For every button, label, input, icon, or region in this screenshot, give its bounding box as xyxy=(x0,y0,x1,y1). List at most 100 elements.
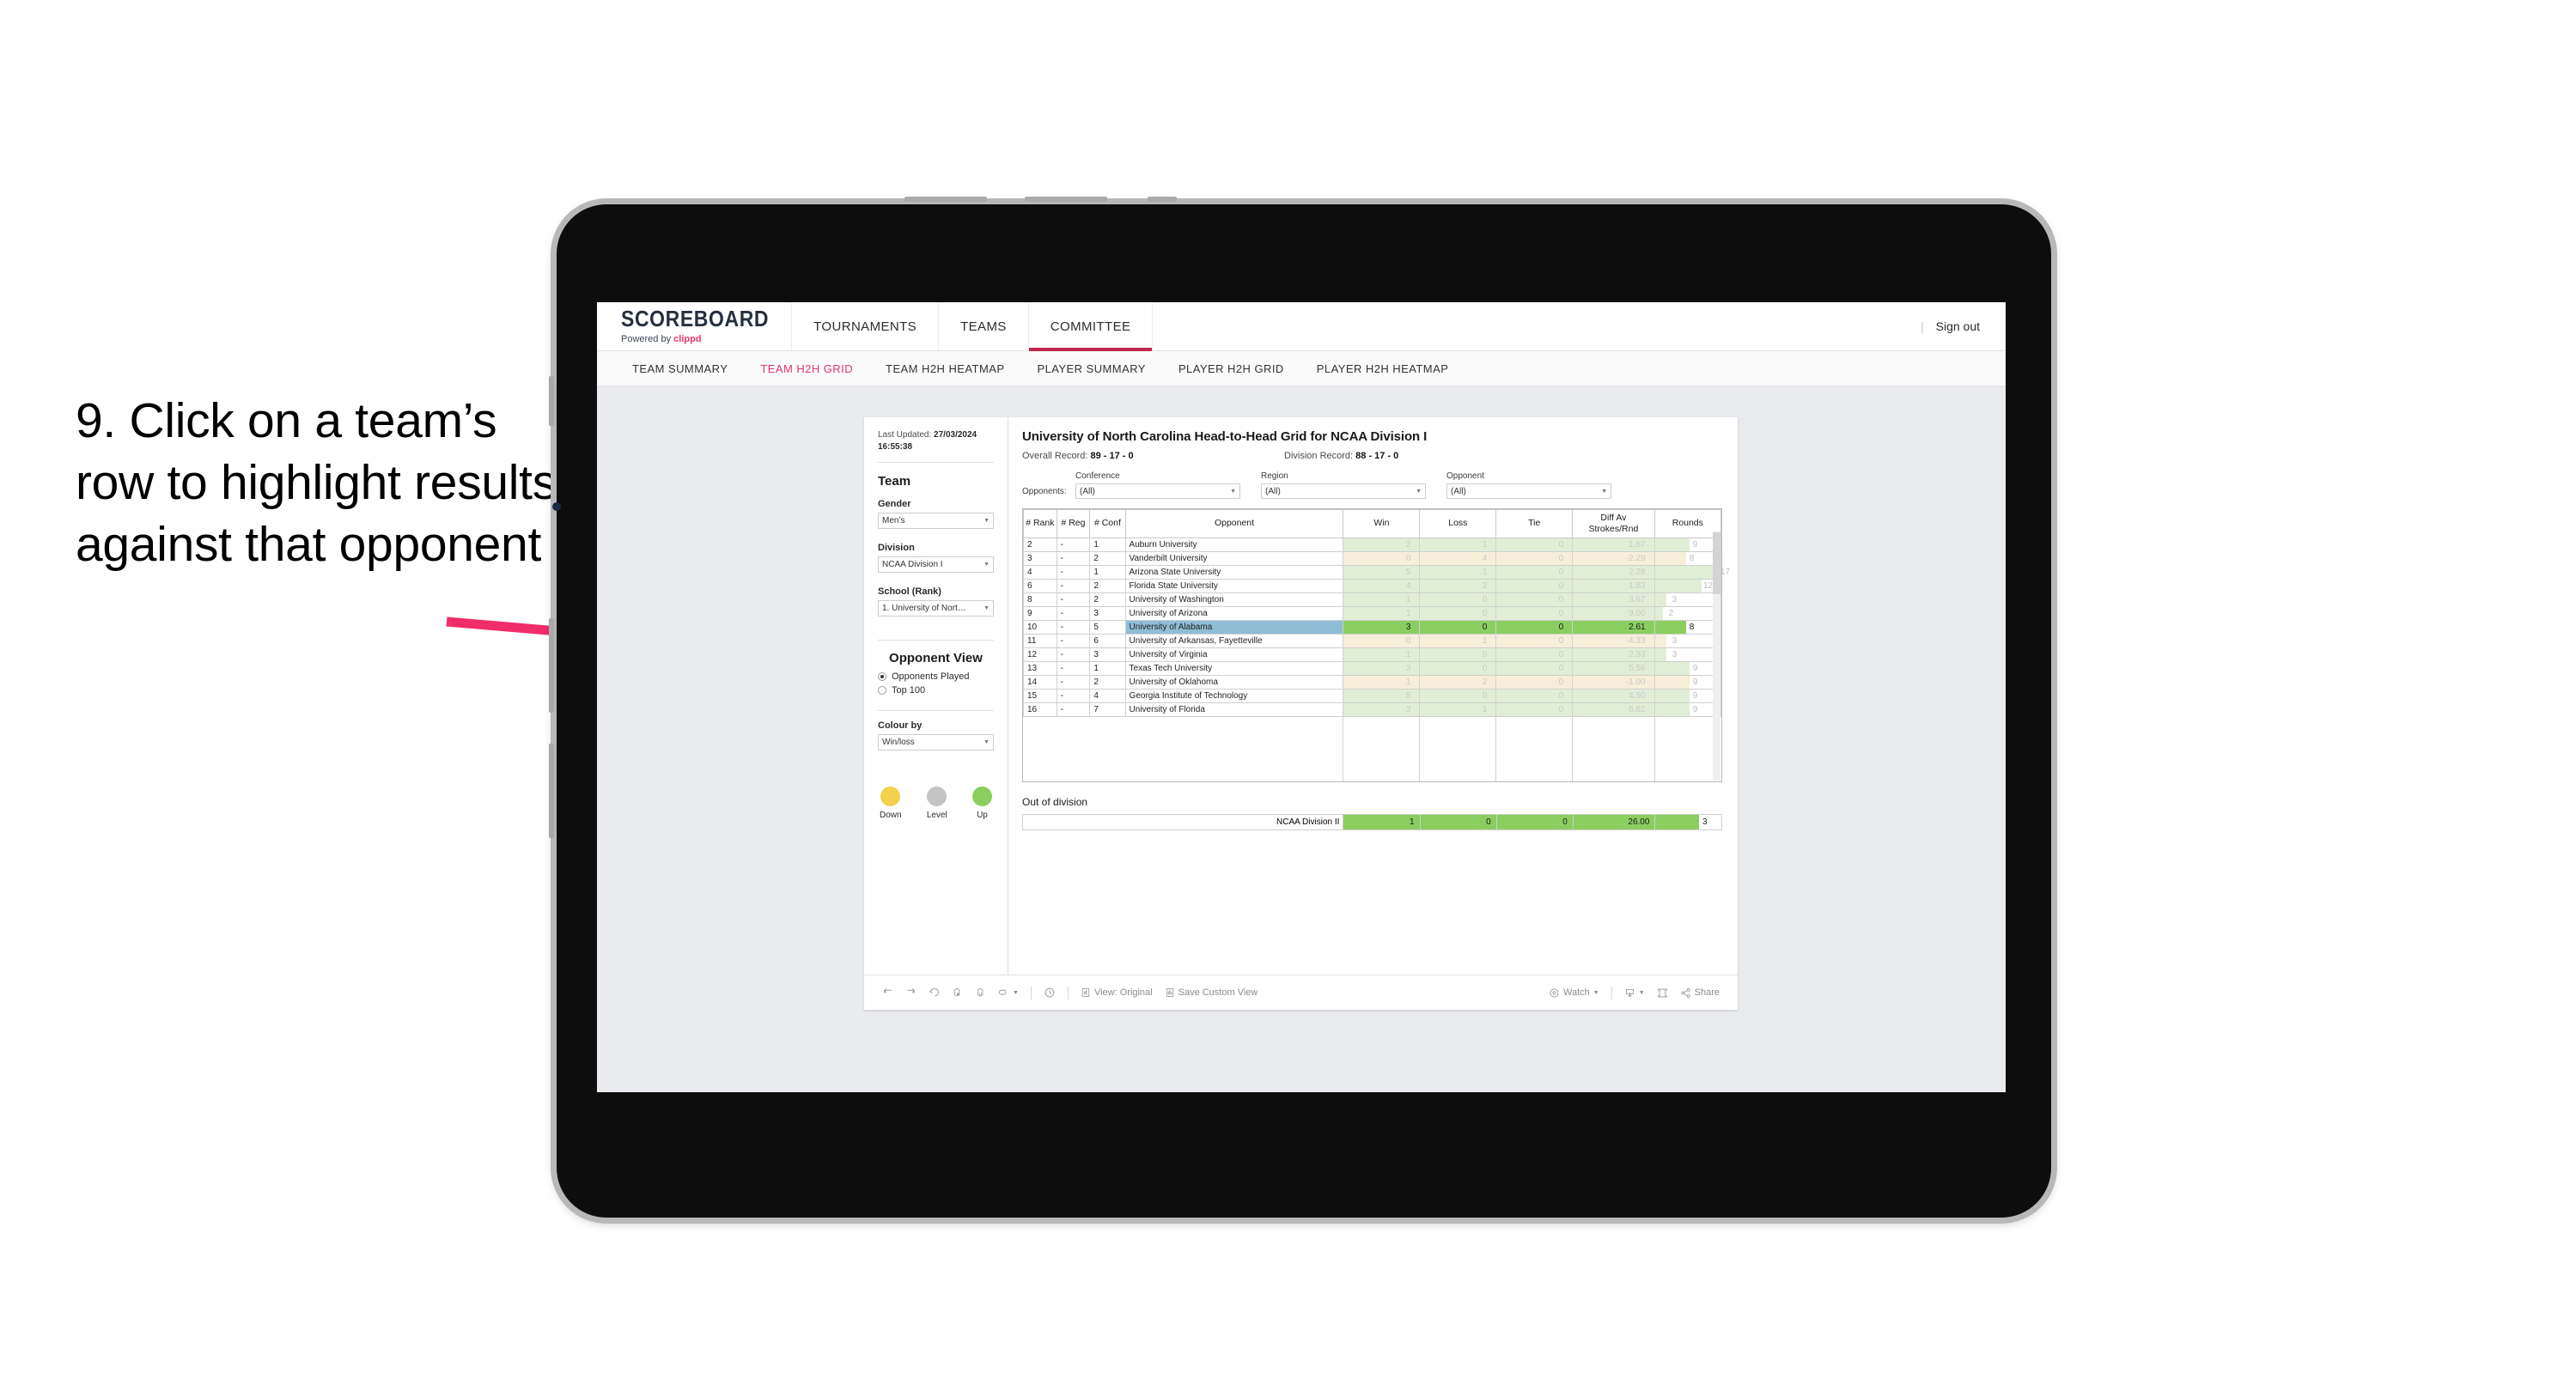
tab-player-h2h-grid[interactable]: PLAYER H2H GRID xyxy=(1162,362,1300,375)
cell-rounds: 9 xyxy=(1653,689,1722,703)
save-custom-view-button[interactable]: Save Custom View xyxy=(1159,987,1264,998)
cell-rounds: 3 xyxy=(1653,634,1722,648)
empty-cell xyxy=(1572,716,1655,730)
cell-opponent[interactable]: Georgia Institute of Technology xyxy=(1124,689,1344,703)
sign-out-link[interactable]: Sign out xyxy=(1936,319,1980,333)
fullscreen-button[interactable] xyxy=(1651,987,1674,999)
col-tie[interactable]: Tie xyxy=(1495,509,1574,538)
tab-team-summary[interactable]: TEAM SUMMARY xyxy=(616,362,744,375)
radio-top-100[interactable]: Top 100 xyxy=(878,685,994,696)
cell-opponent[interactable]: University of Washington xyxy=(1124,592,1344,607)
table-row[interactable]: 6-2 Florida State University 4 2 0 1.83 12 xyxy=(1023,579,1722,593)
cell-value: -2.29 xyxy=(1625,553,1646,563)
table-row[interactable]: 8-2 University of Washington 1 0 0 3.67 3 xyxy=(1023,592,1722,607)
cell-opponent[interactable]: University of Arizona xyxy=(1124,606,1344,621)
opponent-select[interactable]: (All) ▼ xyxy=(1446,483,1611,499)
cell-opponent[interactable]: University of Florida xyxy=(1124,702,1344,717)
col-rounds[interactable]: Rounds xyxy=(1653,509,1722,538)
table-row[interactable]: 2-1 Auburn University 2 1 0 1.67 9 xyxy=(1023,538,1722,552)
table-row[interactable]: 11-6 University of Arkansas, Fayetteville… xyxy=(1023,634,1722,648)
region-select[interactable]: (All) ▼ xyxy=(1261,483,1426,499)
cell-value: 0 xyxy=(1558,663,1564,673)
division-select[interactable]: NCAA Division I ▼ xyxy=(878,556,994,573)
table-row[interactable]: 16-7 University of Florida 3 1 0 6.62 9 xyxy=(1023,702,1722,717)
nav-teams[interactable]: TEAMS xyxy=(939,302,1029,350)
rounds-bar xyxy=(1654,702,1690,716)
radio-opponents-played[interactable]: Opponents Played xyxy=(878,671,994,682)
highlight-button[interactable]: ▼ xyxy=(992,987,1025,999)
download-button[interactable]: ▼ xyxy=(1618,987,1651,999)
table-row[interactable]: 10-5 University of Alabama 3 0 0 2.61 8 xyxy=(1023,620,1722,635)
col-opponent[interactable]: Opponent xyxy=(1124,509,1344,538)
cell-rank: 11 xyxy=(1023,634,1057,648)
page-title: University of North Carolina Head-to-Hea… xyxy=(1022,429,1428,444)
rounds-bar xyxy=(1654,592,1667,606)
colour-by-select[interactable]: Win/loss ▼ xyxy=(878,734,994,750)
cell-opponent[interactable]: University of Alabama xyxy=(1124,620,1344,635)
redo-button[interactable] xyxy=(899,987,923,999)
undo-button[interactable] xyxy=(876,987,899,999)
share-button[interactable]: Share xyxy=(1674,987,1726,999)
nav-committee[interactable]: COMMITTEE xyxy=(1028,302,1154,351)
out-of-division-row[interactable]: NCAA Division II 1 0 0 26.00 3 xyxy=(1021,813,1722,830)
table-row[interactable]: 14-2 University of Oklahoma 1 2 0 -1.00 9 xyxy=(1023,675,1722,689)
cell-value: 1 xyxy=(1405,608,1411,618)
ood-label: NCAA Division II xyxy=(1021,813,1344,830)
pause-button[interactable] xyxy=(969,987,992,999)
table-row[interactable]: 4-1 Arizona State University 5 1 0 2.28 17 xyxy=(1023,565,1730,580)
cell-diff: 1.67 xyxy=(1572,538,1655,552)
cell-value: 3.67 xyxy=(1629,594,1646,604)
table-row[interactable]: 12-3 University of Virginia 1 0 0 2.33 3 xyxy=(1023,647,1722,662)
cell-opponent[interactable]: Arizona State University xyxy=(1124,565,1344,580)
refresh-button[interactable] xyxy=(946,987,969,999)
gender-select[interactable]: Men’s ▼ xyxy=(878,513,994,529)
cell-rounds: 8 xyxy=(1653,620,1722,635)
cell-loss: 0 xyxy=(1419,689,1497,703)
rounds-value: 3 xyxy=(1672,649,1678,659)
tab-player-summary[interactable]: PLAYER SUMMARY xyxy=(1020,362,1161,375)
watch-button[interactable]: Watch ▼ xyxy=(1543,987,1605,999)
cell-opponent[interactable]: Auburn University xyxy=(1124,538,1344,552)
cell-tie: 0 xyxy=(1495,647,1574,662)
view-original-button[interactable]: View: Original xyxy=(1075,987,1159,998)
legend-item-up: Up xyxy=(971,787,992,820)
table-row[interactable]: 3-2 Vanderbilt University 0 4 0 -2.29 8 xyxy=(1023,551,1722,566)
tab-team-h2h-heatmap[interactable]: TEAM H2H HEATMAP xyxy=(869,362,1020,375)
cell-conf: 3 xyxy=(1089,606,1126,621)
clock-button[interactable] xyxy=(1038,987,1062,999)
cell-opponent[interactable]: University of Arkansas, Fayetteville xyxy=(1124,634,1344,648)
cell-opponent[interactable]: Vanderbilt University xyxy=(1124,551,1344,566)
tab-team-h2h-grid[interactable]: TEAM H2H GRID xyxy=(744,362,869,375)
cell-value: 2 xyxy=(1482,580,1488,591)
cell-value: 0 xyxy=(1558,622,1564,632)
h2h-grid-table: # Rank # Reg # Conf Opponent Win Loss Ti… xyxy=(1023,509,1730,781)
cell-opponent[interactable]: University of Oklahoma xyxy=(1124,675,1344,689)
col-win[interactable]: Win xyxy=(1343,509,1421,538)
col-diff[interactable]: Diff Av Strokes/Rnd xyxy=(1572,509,1655,538)
cell-opponent[interactable]: Texas Tech University xyxy=(1124,661,1344,676)
empty-cell xyxy=(1089,755,1126,768)
cell-loss: 1 xyxy=(1419,634,1497,648)
school-select[interactable]: 1. University of Nort… ▼ xyxy=(878,600,994,617)
table-header-row: # Rank # Reg # Conf Opponent Win Loss Ti… xyxy=(1023,509,1722,538)
ood-diff: 26.00 xyxy=(1572,813,1656,830)
cell-opponent[interactable]: Florida State University xyxy=(1124,579,1344,593)
table-scrollbar-thumb[interactable] xyxy=(1713,532,1720,594)
cell-diff: 5.56 xyxy=(1572,661,1655,676)
conference-select[interactable]: (All) ▼ xyxy=(1075,483,1240,499)
table-row[interactable]: 13-1 Texas Tech University 3 0 0 5.56 9 xyxy=(1023,661,1722,676)
cell-opponent[interactable]: University of Virginia xyxy=(1124,647,1344,662)
empty-cell xyxy=(1419,729,1496,743)
nav-tournaments[interactable]: TOURNAMENTS xyxy=(792,302,940,350)
cell-rank: 9 xyxy=(1023,606,1057,621)
table-row[interactable]: 9-3 University of Arizona 1 0 0 9.00 2 xyxy=(1023,606,1722,621)
table-row[interactable]: 15-4 Georgia Institute of Technology 5 0 0 4.… xyxy=(1023,689,1722,703)
brand-logo[interactable]: SCOREBOARD Powered by clippd xyxy=(597,302,793,350)
col-loss[interactable]: Loss xyxy=(1419,509,1497,538)
revert-button[interactable] xyxy=(923,987,946,999)
col-conf[interactable]: # Conf xyxy=(1089,509,1126,538)
col-rank[interactable]: # Rank xyxy=(1023,509,1057,538)
tab-player-h2h-heatmap[interactable]: PLAYER H2H HEATMAP xyxy=(1300,362,1465,375)
col-reg[interactable]: # Reg xyxy=(1056,509,1091,538)
conference-filter: Conference (All) ▼ xyxy=(1075,471,1240,499)
